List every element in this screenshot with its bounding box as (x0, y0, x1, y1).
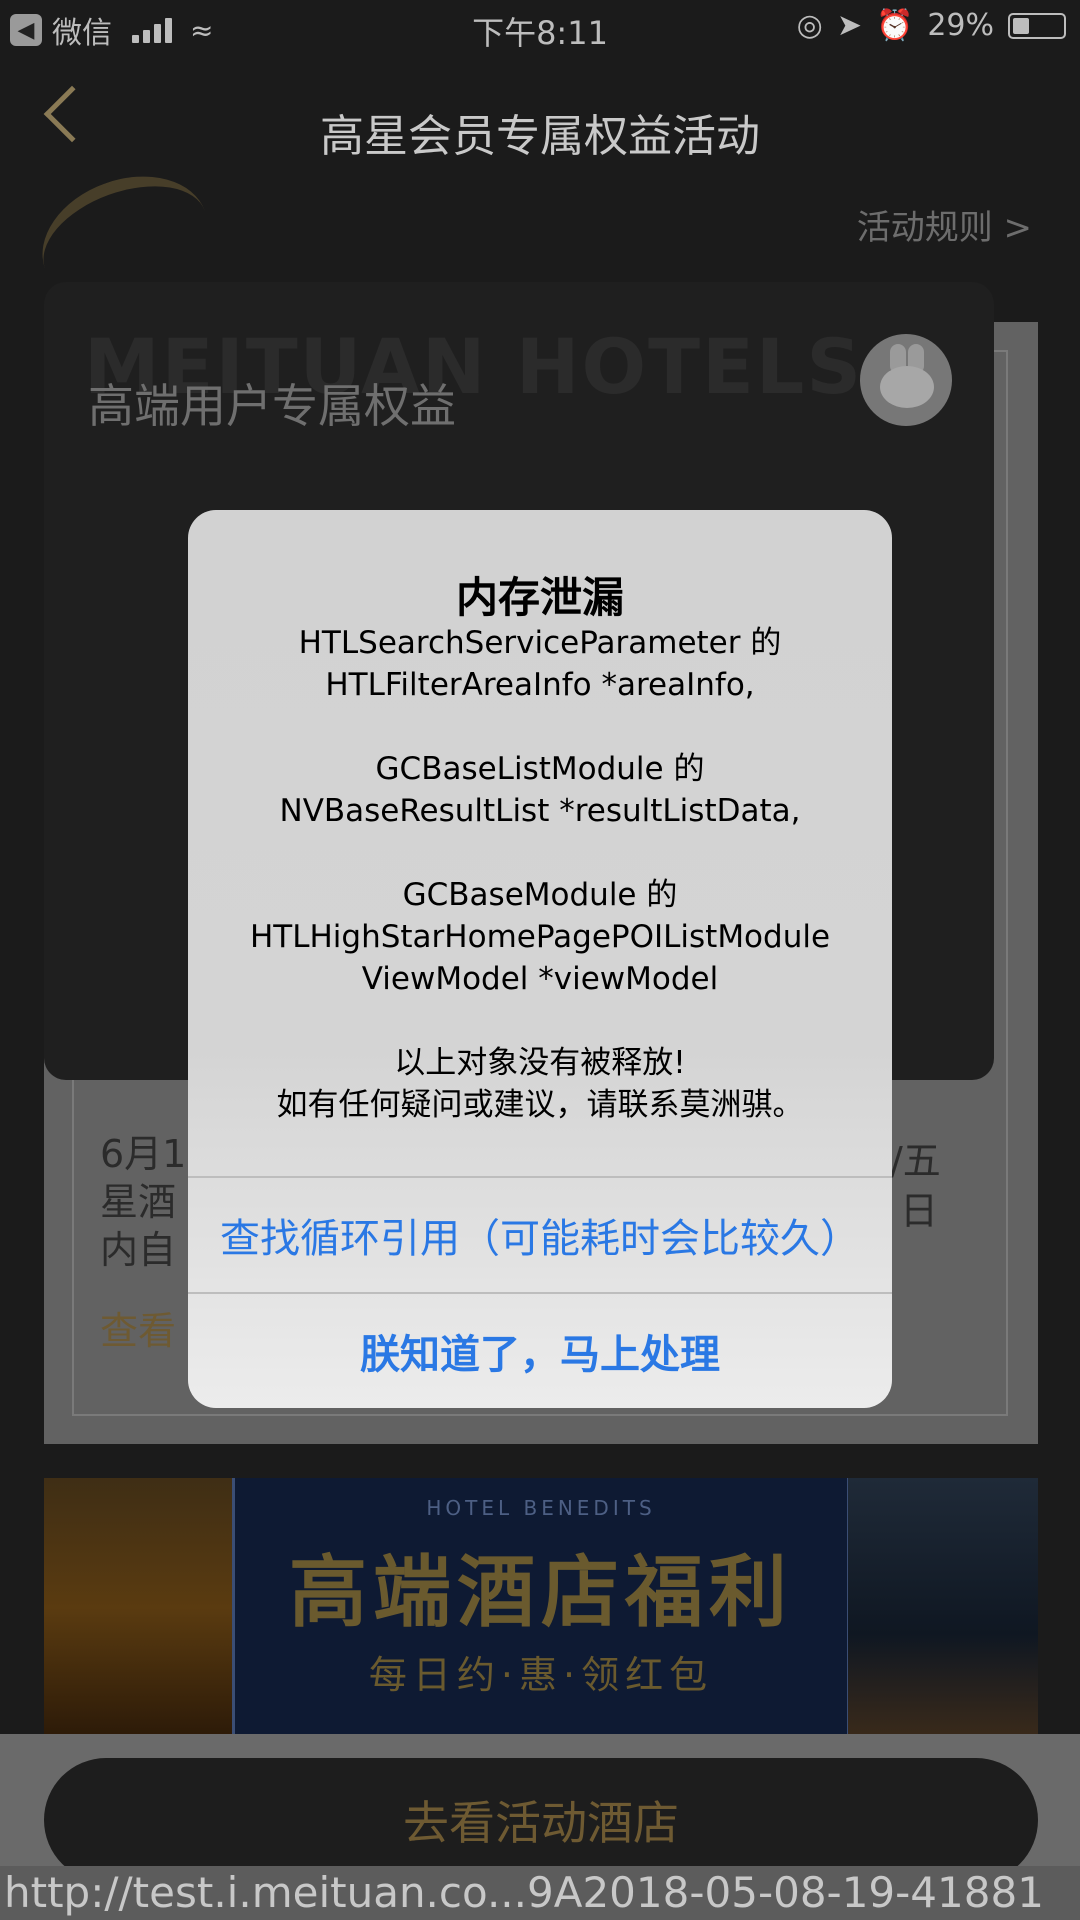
alert-message-line: HTLFilterAreaInfo *areaInfo, (325, 667, 755, 703)
alert-message: HTLSearchServiceParameter 的 HTLFilterAre… (208, 622, 872, 1126)
screen: ◀ 微信 ≈ 下午8:11 ◎ ➤ ⏰ 29% 高星会员专属权益活动 活动规则 … (0, 0, 1080, 1920)
alert-message-line: HTLSearchServiceParameter 的 (298, 625, 782, 661)
alert-message-line: GCBaseListModule 的 (375, 751, 705, 787)
alert-message-line (208, 1000, 872, 1042)
alert-title: 内存泄漏 (455, 573, 624, 622)
alert-message-line: GCBaseModule 的 (402, 877, 678, 913)
alert-message-line: ViewModel *viewModel (361, 961, 719, 997)
alert-message-line (208, 832, 872, 874)
alert-message-line (208, 706, 872, 748)
alert-message-line: 以上对象没有被释放! (394, 1045, 686, 1081)
alert-message-line: HTLHighStarHomePagePOIListModule (249, 919, 831, 955)
find-retain-cycles-button[interactable]: 查找循环引用（可能耗时会比较久） (188, 1178, 892, 1292)
acknowledge-button[interactable]: 朕知道了，马上处理 (188, 1294, 892, 1408)
alert-message-line: 如有任何疑问或建议，请联系莫洲骐。 (276, 1087, 804, 1123)
alert-message-line: NVBaseResultList *resultListData, (279, 793, 801, 829)
memory-leak-alert: 内存泄漏 HTLSearchServiceParameter 的 HTLFilt… (188, 510, 892, 1408)
